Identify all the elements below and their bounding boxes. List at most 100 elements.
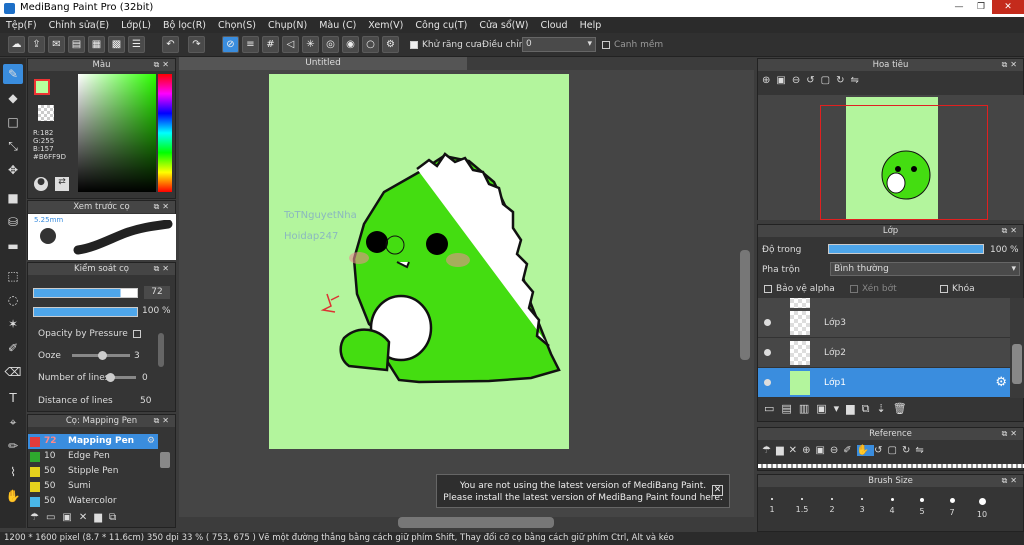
- redo-icon[interactable]: ↷: [188, 36, 205, 53]
- new-brush-icon[interactable]: ▭: [46, 512, 62, 523]
- fit-icon[interactable]: ▢: [821, 75, 836, 86]
- merge-layer-icon[interactable]: ⇣: [876, 402, 892, 415]
- panel-close-icon[interactable]: ⧉✕: [154, 263, 172, 275]
- hue-slider[interactable]: [158, 74, 172, 192]
- list-icon[interactable]: ☰: [128, 36, 145, 53]
- panel-close-icon[interactable]: ⧉✕: [154, 201, 172, 213]
- panel-close-icon[interactable]: ⧉✕: [1002, 428, 1020, 440]
- vertical-scrollbar[interactable]: [740, 250, 750, 360]
- fit-icon[interactable]: ▢: [888, 445, 902, 456]
- radial-snap-icon[interactable]: ✳: [302, 36, 319, 53]
- close-icon[interactable]: ✕: [789, 445, 802, 456]
- rotate-right-icon[interactable]: ↻: [902, 445, 915, 456]
- lock-option[interactable]: Khóa: [940, 284, 975, 294]
- duplicate-layer-icon[interactable]: ⧉: [862, 402, 877, 415]
- bucket-tool-icon[interactable]: ⛁: [3, 212, 23, 232]
- page-icon[interactable]: ▦: [88, 36, 105, 53]
- tab-untitled[interactable]: Untitled: [179, 57, 467, 70]
- menu-layer[interactable]: Lớp(L): [115, 20, 157, 31]
- menu-file[interactable]: Tệp(F): [0, 20, 43, 31]
- gradient-tool-icon[interactable]: ▬: [3, 236, 23, 256]
- parallel-snap-icon[interactable]: ≡: [242, 36, 259, 53]
- curve-snap-icon[interactable]: ○: [362, 36, 379, 53]
- document-canvas[interactable]: ToTNguyetNha Hoidap247: [269, 74, 569, 449]
- scrollbar[interactable]: [158, 333, 164, 367]
- eye-icon[interactable]: [764, 379, 771, 386]
- opacity-slider[interactable]: [33, 307, 138, 317]
- undo-icon[interactable]: ↶: [162, 36, 179, 53]
- menu-select[interactable]: Chọn(S): [212, 20, 262, 31]
- brush-item[interactable]: 10 Edge Pen: [28, 449, 158, 464]
- flip-icon[interactable]: ⇋: [915, 445, 928, 456]
- snap-checkbox[interactable]: Canh mềm: [602, 40, 663, 50]
- gear-icon[interactable]: ⚙: [995, 375, 1007, 390]
- zoom-fit-icon[interactable]: ▣: [815, 445, 829, 456]
- select-tool-icon[interactable]: ⬚: [3, 266, 23, 286]
- brush-tool-icon[interactable]: ✎: [3, 64, 23, 84]
- brush-size-option[interactable]: 3: [848, 488, 876, 528]
- text-tool-icon[interactable]: T: [3, 388, 23, 408]
- brush-item[interactable]: 50 Stipple Pen: [28, 464, 158, 479]
- lasso-tool-icon[interactable]: ◌: [3, 290, 23, 310]
- cloud-icon[interactable]: ☁: [8, 36, 25, 53]
- zoom-out-icon[interactable]: ⊖: [792, 75, 806, 86]
- brush-size-slider[interactable]: [33, 288, 138, 298]
- brush-item[interactable]: 50 Sumi: [28, 479, 158, 494]
- panel-close-icon[interactable]: ⧉✕: [1002, 475, 1020, 487]
- blend-select[interactable]: Bình thường ▾: [830, 262, 1020, 276]
- brush-list-scrollbar[interactable]: [160, 452, 170, 468]
- menu-edit[interactable]: Chỉnh sửa(E): [43, 20, 116, 31]
- clip-option[interactable]: Xén bớt: [850, 284, 897, 294]
- swap-color-icon[interactable]: ⇄: [55, 177, 69, 191]
- concentric-snap-icon[interactable]: ◉: [342, 36, 359, 53]
- viewport-frame[interactable]: [820, 105, 988, 220]
- minimize-button[interactable]: —: [948, 0, 970, 14]
- palette-icon[interactable]: ●: [34, 177, 48, 191]
- new-layer-icon[interactable]: ▭: [764, 402, 781, 415]
- brush-size-value[interactable]: 72: [144, 286, 170, 299]
- rotate-right-icon[interactable]: ↻: [836, 75, 850, 86]
- new-8bit-layer-icon[interactable]: ▥: [799, 402, 816, 415]
- saturation-picker[interactable]: [78, 74, 156, 192]
- layer-opacity-slider[interactable]: [828, 244, 984, 254]
- circle-snap-icon[interactable]: ◎: [322, 36, 339, 53]
- update-notice[interactable]: You are not using the latest version of …: [436, 474, 730, 508]
- maximize-button[interactable]: ❐: [970, 0, 992, 14]
- brush-size-option[interactable]: 5: [908, 488, 936, 528]
- chat-icon[interactable]: ▤: [68, 36, 85, 53]
- divide-tool-icon[interactable]: ✏: [3, 436, 23, 456]
- foreground-color-swatch[interactable]: [34, 79, 50, 95]
- menu-cloud[interactable]: Cloud: [534, 20, 573, 31]
- eraser-tool-icon[interactable]: ◆: [3, 88, 23, 108]
- menu-color[interactable]: Màu (C): [313, 20, 362, 31]
- flip-icon[interactable]: ⇋: [850, 75, 864, 86]
- close-button[interactable]: ✕: [992, 0, 1024, 14]
- brush-size-option[interactable]: 1.5: [788, 488, 816, 528]
- copy-brush-icon[interactable]: ▣: [62, 512, 78, 523]
- open-folder-icon[interactable]: ▆: [776, 445, 789, 456]
- eye-icon[interactable]: [764, 319, 771, 326]
- brush-size-option[interactable]: 1: [758, 488, 786, 528]
- vanish-snap-icon[interactable]: ◁: [282, 36, 299, 53]
- add-layer-menu-icon[interactable]: ▣▾: [816, 402, 846, 415]
- add-brush-icon[interactable]: ☂: [30, 512, 46, 523]
- shape-tool-icon[interactable]: □: [3, 112, 23, 132]
- dot-tool-icon[interactable]: ⤡: [3, 136, 23, 156]
- layer-row[interactable]: Lớp2: [758, 338, 1010, 368]
- folder-icon[interactable]: ▆: [94, 512, 109, 523]
- lines-slider[interactable]: [106, 373, 136, 382]
- rotate-left-icon[interactable]: ↺: [874, 445, 887, 456]
- no-snap-icon[interactable]: ⊘: [222, 36, 239, 53]
- menu-filter[interactable]: Bộ lọc(R): [157, 20, 212, 31]
- correction-select[interactable]: 0 ▾: [522, 37, 596, 52]
- panel-close-icon[interactable]: ⧉✕: [1002, 225, 1020, 237]
- window-icon[interactable]: ⧉: [109, 512, 123, 523]
- operation-tool-icon[interactable]: ⌖: [3, 412, 23, 432]
- zoom-out-icon[interactable]: ⊖: [830, 445, 843, 456]
- select-pen-tool-icon[interactable]: ✐: [3, 338, 23, 358]
- zoom-fit-icon[interactable]: ▣: [776, 75, 791, 86]
- gear-icon[interactable]: ⚙: [147, 434, 155, 449]
- ooze-slider[interactable]: [72, 351, 130, 360]
- rotate-left-icon[interactable]: ↺: [806, 75, 820, 86]
- folder-icon[interactable]: ▆: [846, 402, 861, 415]
